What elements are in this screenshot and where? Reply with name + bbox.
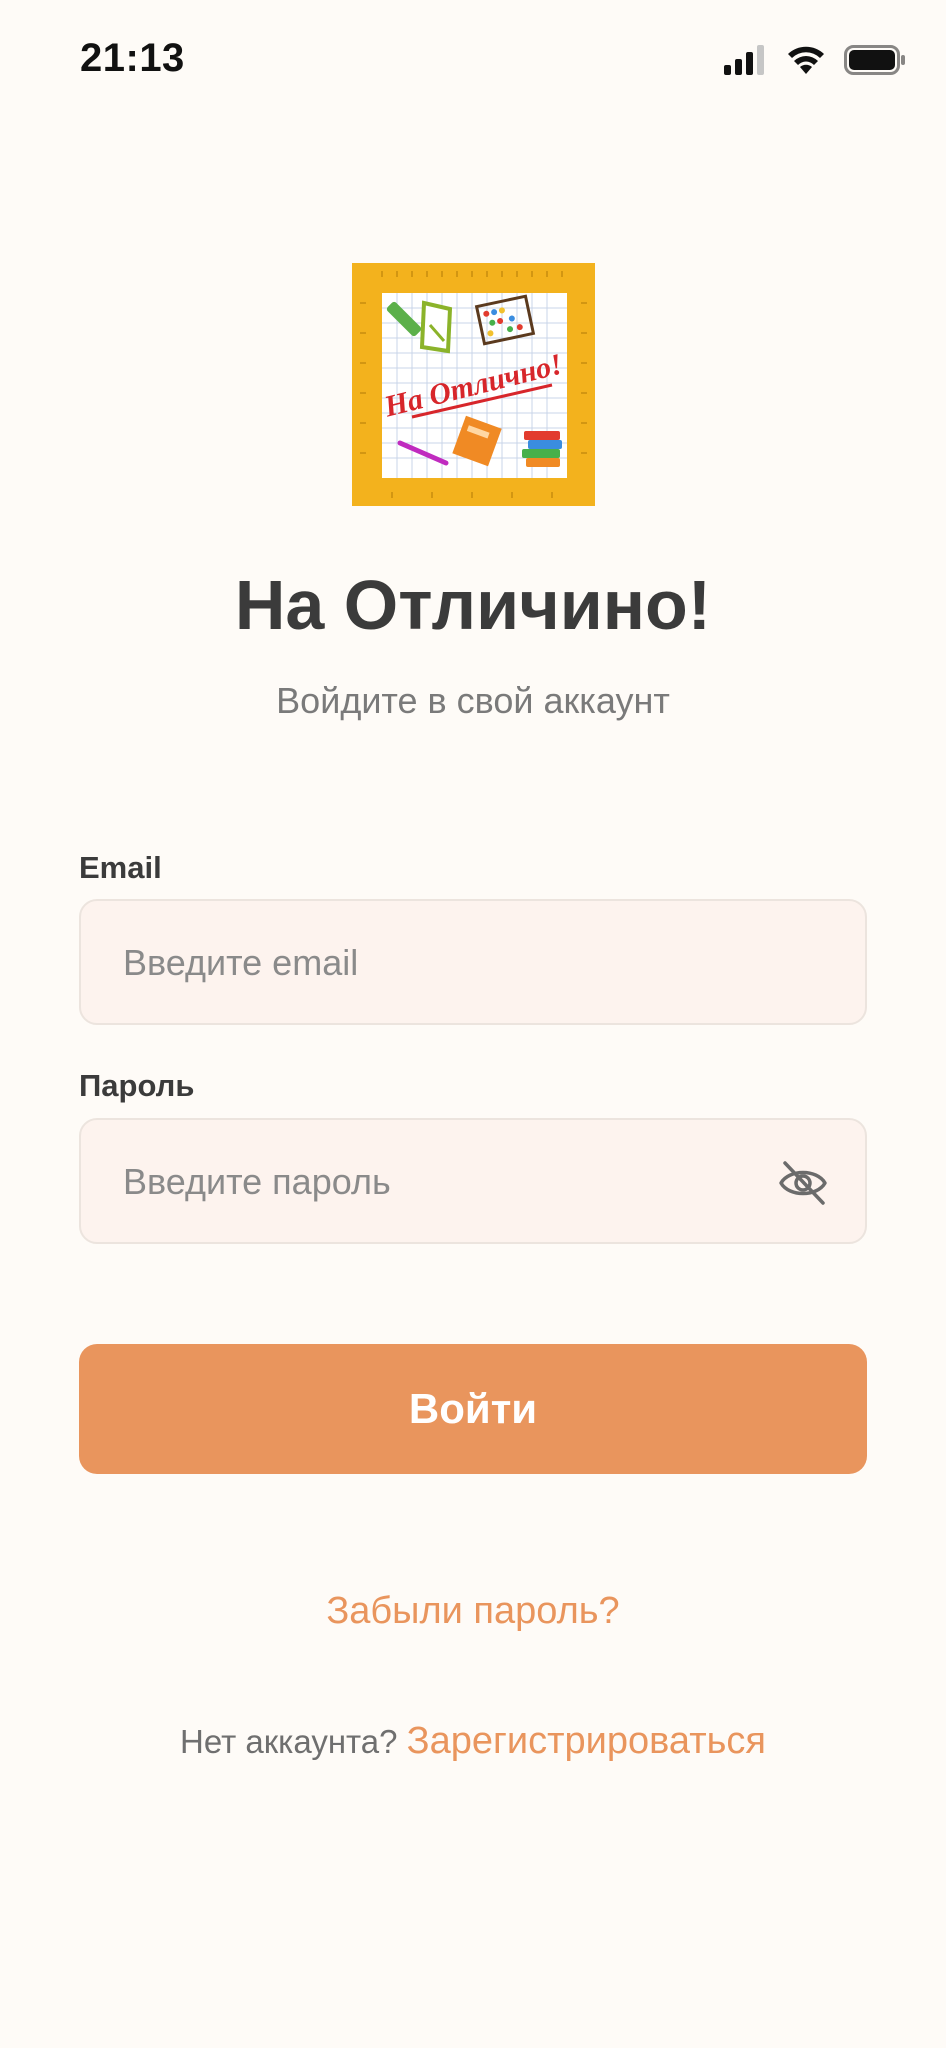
app-logo: На Отлично! [352,263,595,506]
register-row: Нет аккаунта? Зарегистрироваться [0,1720,946,1763]
login-subtitle: Войдите в свой аккаунт [276,680,670,721]
forgot-password-link[interactable]: Забыли пароль? [0,1590,946,1633]
cellular-signal-icon [724,45,764,75]
battery-icon [844,45,905,75]
login-button[interactable]: Войти [79,1344,867,1474]
no-account-text: Нет аккаунта? [180,1723,398,1760]
status-bar: 21:13 [0,0,946,120]
password-field-container [79,1118,867,1244]
password-input[interactable] [121,1120,765,1244]
status-time: 21:13 [80,36,185,80]
eye-slash-icon[interactable] [777,1157,829,1209]
app-title: На Отличино! [234,566,712,644]
password-label: Пароль [79,1068,195,1103]
email-label: Email [79,850,162,885]
email-field-container [79,899,867,1025]
register-link[interactable]: Зарегистрироваться [407,1720,766,1762]
email-input[interactable] [121,901,765,1025]
wifi-icon [788,46,824,74]
status-icons [724,40,906,80]
paper-note-icon [419,300,453,354]
books-icon [522,431,562,467]
